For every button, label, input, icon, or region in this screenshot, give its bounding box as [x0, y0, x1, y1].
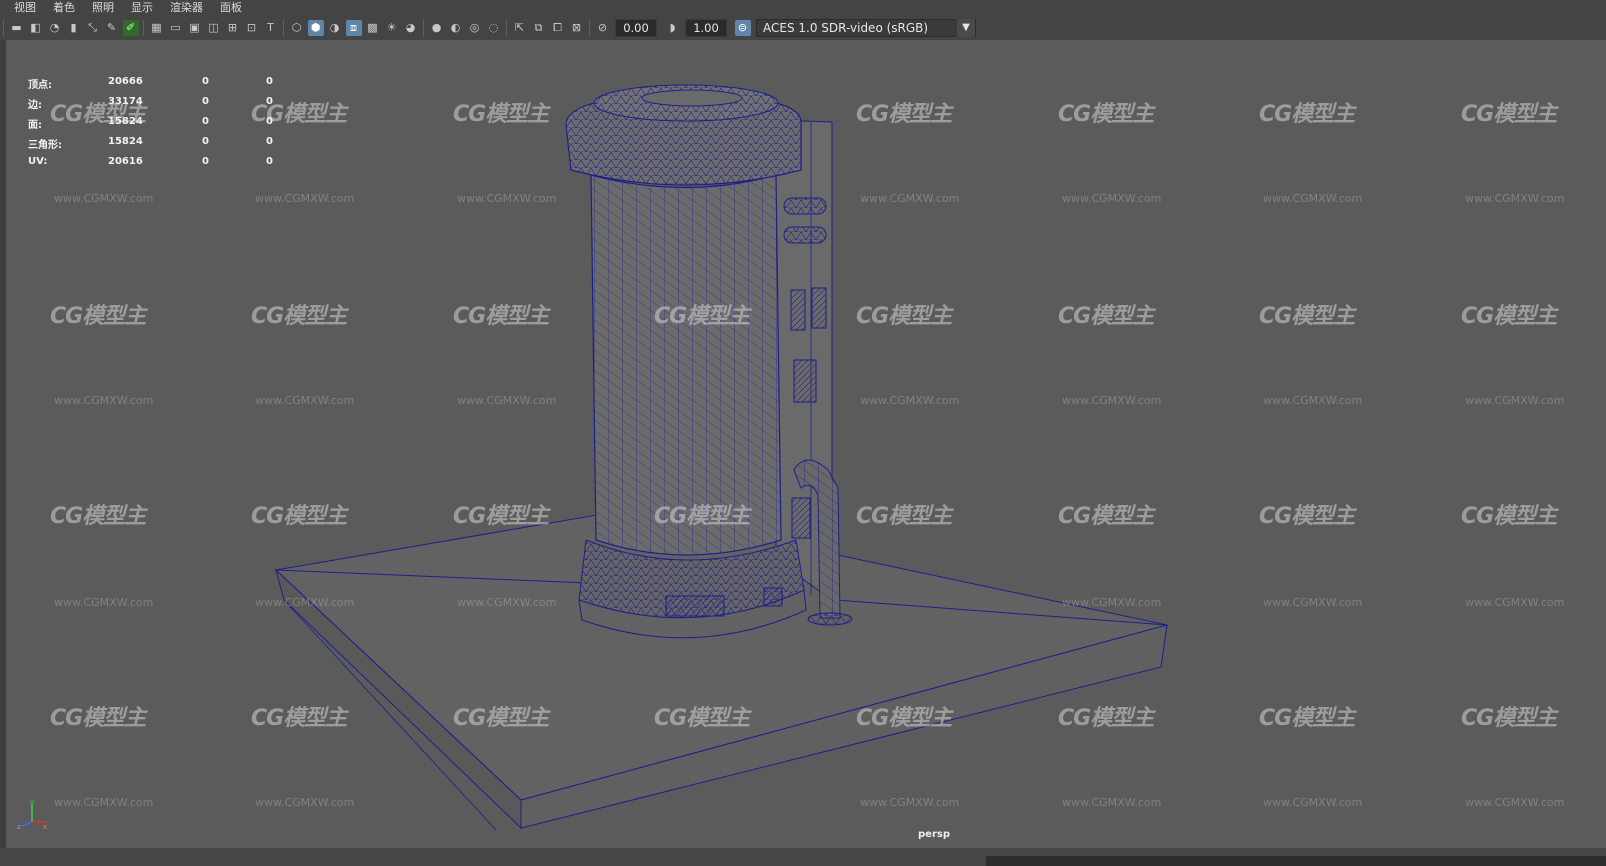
poly-count-hud: 顶点: 20666 0 0 边: 33174 0 0 面: 15824 0 0 …	[22, 76, 282, 176]
chevron-down-icon[interactable]: ▼	[957, 18, 975, 37]
hud-row-vertices: 顶点: 20666 0 0	[22, 76, 282, 96]
menu-shading[interactable]: 着色	[44, 0, 83, 15]
menu-bar: 视图 着色 照明 显示 渲染器 面板	[0, 0, 1606, 15]
wireframe-icon[interactable]: ⬡	[289, 20, 305, 36]
hud-value: 0	[202, 76, 209, 87]
hud-value: 33174	[108, 96, 143, 107]
hud-value: 0	[266, 156, 273, 167]
safe-action-icon[interactable]: ⊡	[244, 20, 260, 36]
toolbar-separator	[3, 19, 4, 36]
camera-attributes-icon[interactable]: ◧	[28, 20, 44, 36]
menu-panels[interactable]: 面板	[211, 0, 250, 15]
menu-renderer[interactable]: 渲染器	[161, 0, 211, 15]
default-material-icon[interactable]: ◑	[327, 20, 343, 36]
grease-pencil-icon[interactable]: ✎	[104, 20, 120, 36]
toolbar-separator	[423, 19, 424, 36]
cylinder-column	[565, 84, 807, 639]
pencil-icon[interactable]: ✐	[122, 19, 139, 36]
view-transform-label: ACES 1.0 SDR-video (sRGB)	[763, 20, 929, 35]
xray-icon[interactable]: ⧉	[531, 20, 547, 36]
view-transform-dropdown[interactable]: ACES 1.0 SDR-video (sRGB) ▼	[756, 18, 976, 37]
hud-value: 0	[202, 116, 209, 127]
menu-lighting[interactable]: 照明	[83, 0, 122, 15]
menu-show[interactable]: 显示	[122, 0, 161, 15]
gamma-icon[interactable]: ◗	[665, 20, 681, 36]
axis-y-label: y	[30, 798, 34, 806]
lighting-icon[interactable]: ☀	[384, 20, 400, 36]
hud-label: UV:	[28, 156, 48, 167]
film-gate-icon[interactable]: ▭	[168, 20, 184, 36]
xray-joints-icon[interactable]: ⧠	[550, 20, 566, 36]
hud-label: 边:	[28, 100, 42, 111]
shadows-icon[interactable]: ◕	[403, 20, 419, 36]
toolbar-separator	[506, 19, 507, 36]
hud-value: 20666	[108, 76, 143, 87]
depth-of-field-icon[interactable]: ◌	[486, 20, 502, 36]
exposure-icon[interactable]: ⊘	[595, 20, 611, 36]
axis-z-label: z	[17, 823, 21, 830]
hud-value: 20616	[108, 156, 143, 167]
wireframe-on-shaded-icon[interactable]: ⧈	[345, 19, 362, 36]
exposure-field[interactable]: 0.00	[615, 18, 657, 37]
hud-value: 0	[202, 96, 209, 107]
isolate-select-icon[interactable]: ⇱	[512, 20, 528, 36]
viewport-bottom-bar	[0, 848, 1606, 866]
axis-gizmo-icon: y z x	[17, 798, 47, 830]
hud-value: 15824	[108, 116, 143, 127]
grid-icon[interactable]: ▦	[149, 20, 165, 36]
hud-label: 面:	[28, 120, 42, 131]
hud-value: 0	[266, 96, 273, 107]
ambient-occlusion-icon[interactable]: ●	[429, 20, 445, 36]
anti-aliasing-icon[interactable]: ◎	[467, 20, 483, 36]
gate-mask-icon[interactable]: ◫	[206, 20, 222, 36]
motion-blur-icon[interactable]: ◐	[448, 20, 464, 36]
hud-value: 0	[266, 76, 273, 87]
color-management-icon[interactable]: ⊜	[734, 19, 751, 36]
camera-select-icon[interactable]: ▬	[9, 20, 25, 36]
hud-value: 0	[266, 116, 273, 127]
hud-row-faces: 面: 15824 0 0	[22, 116, 282, 136]
hud-label: 顶点:	[28, 80, 52, 91]
image-plane-icon[interactable]: ▮	[66, 20, 82, 36]
hud-row-edges: 边: 33174 0 0	[22, 96, 282, 116]
hud-row-uvs: UV: 20616 0 0	[22, 156, 282, 176]
safe-title-icon[interactable]: T	[263, 20, 279, 36]
menu-view[interactable]: 视图	[0, 0, 44, 15]
hud-row-triangles: 三角形: 15824 0 0	[22, 136, 282, 156]
3d-viewport[interactable]: CG模型主 CG模型主 CG模型主 CG模型主 CG模型主 CG模型主 CG模型…	[6, 40, 1606, 848]
resolution-gate-icon[interactable]: ▣	[187, 20, 203, 36]
hud-value: 0	[266, 136, 273, 147]
toolbar-separator	[589, 19, 590, 36]
timeline-strip	[986, 856, 1606, 866]
camera-name-label: persp	[918, 829, 950, 840]
viewport-toolbar: ▬ ◧ ◔ ▮ ⤡ ✎ ✐ ▦ ▭ ▣ ◫ ⊞ ⊡ T ⬡ ⬢ ◑ ⧈ ▩ ☀ …	[0, 15, 1606, 41]
bookmark-icon[interactable]: ◔	[47, 20, 63, 36]
toolbar-separator	[143, 19, 144, 36]
hud-value: 15824	[108, 136, 143, 147]
textured-icon[interactable]: ▩	[365, 20, 381, 36]
hud-value: 0	[202, 136, 209, 147]
field-chart-icon[interactable]: ⊞	[225, 20, 241, 36]
smooth-shade-icon[interactable]: ⬢	[307, 19, 324, 36]
xray-components-icon[interactable]: ⊠	[569, 20, 585, 36]
hud-label: 三角形:	[28, 140, 62, 151]
hud-value: 0	[202, 156, 209, 167]
toolbar-separator	[283, 19, 284, 36]
axis-x-label: x	[43, 823, 47, 830]
gamma-field[interactable]: 1.00	[685, 18, 727, 37]
2d-pan-zoom-icon[interactable]: ⤡	[85, 20, 101, 36]
